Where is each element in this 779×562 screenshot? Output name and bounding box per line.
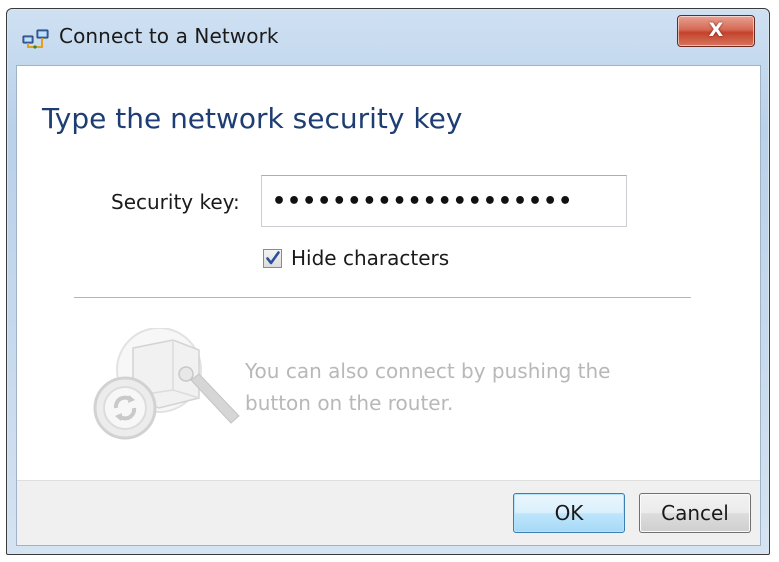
security-key-input[interactable] [261,175,627,227]
wps-hint-line1: You can also connect by pushing the [245,359,611,383]
hide-characters-label[interactable]: Hide characters [291,246,449,270]
wps-hint-line2: button on the router. [245,391,454,415]
security-key-label: Security key: [111,190,240,214]
title-bar[interactable]: Connect to a Network X [7,9,769,65]
button-bar: OK Cancel [17,480,760,545]
window-title: Connect to a Network [59,24,279,48]
ok-button[interactable]: OK [513,493,625,533]
hide-characters-checkbox[interactable] [263,249,282,268]
cancel-button[interactable]: Cancel [639,493,751,533]
close-icon: X [708,19,724,41]
divider [74,297,691,298]
dialog-content: Type the network security key Security k… [16,65,761,546]
network-icon [22,27,50,49]
wps-hint: You can also connect by pushing the butt… [245,355,645,419]
connect-network-dialog: Connect to a Network X Type the network … [6,8,770,555]
close-button[interactable]: X [677,15,755,47]
page-title: Type the network security key [42,102,463,135]
wps-router-icon [81,327,251,448]
checkmark-icon [266,251,280,265]
